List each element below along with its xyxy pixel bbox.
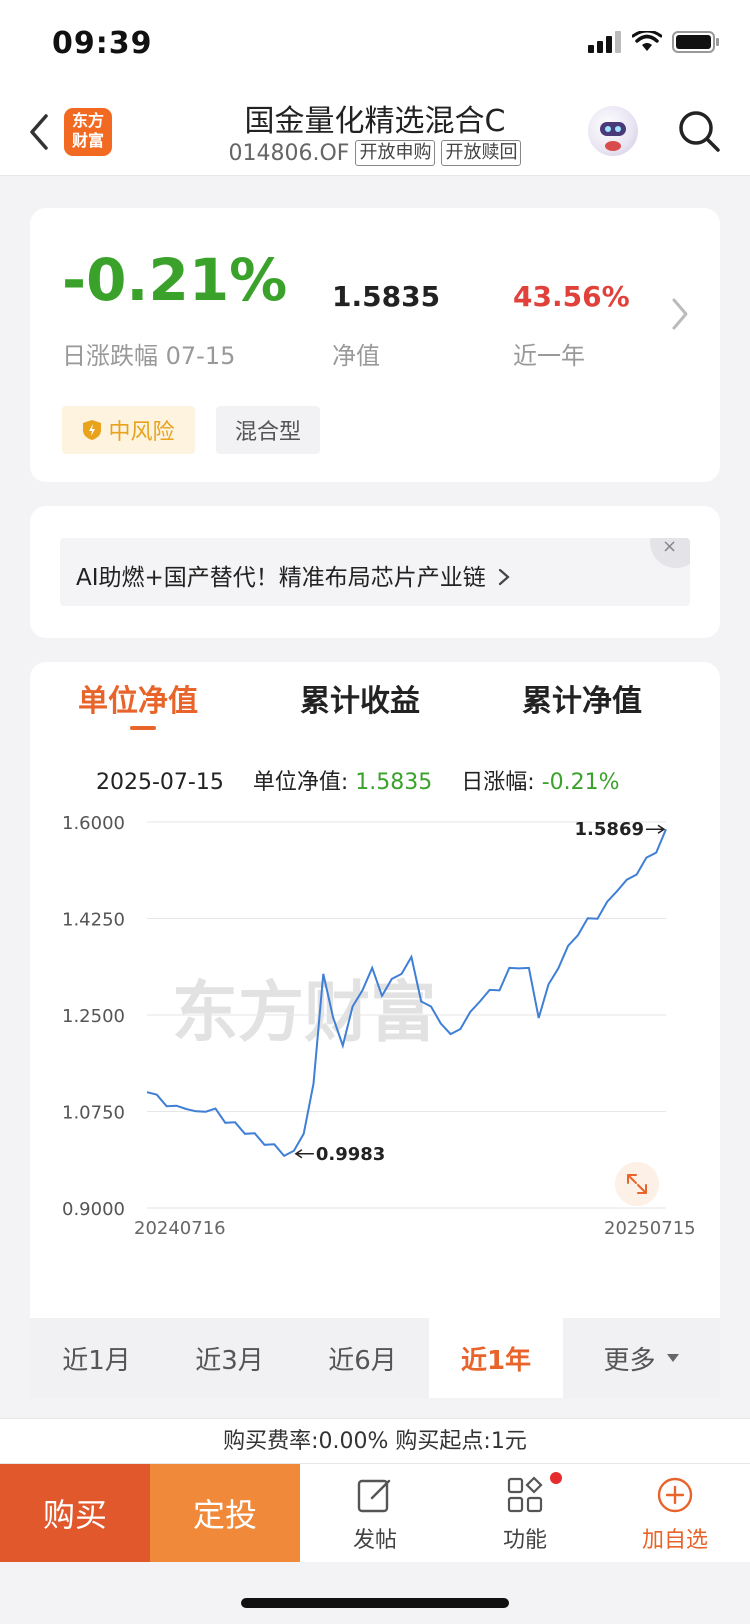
y-axis-ticks: 1.6000 1.4250 1.2500 1.0750 0.9000 (62, 813, 125, 1220)
tab-cumulative-return[interactable]: 累计收益 (300, 676, 420, 720)
expand-icon[interactable] (615, 1162, 659, 1206)
auto-invest-button[interactable]: 定投 (150, 1464, 300, 1562)
min-annotation: 0.9983 (294, 1144, 385, 1165)
fund-type-badge: 混合型 (216, 406, 320, 454)
logo-text-bottom: 财富 (71, 131, 104, 150)
grid-lines (147, 821, 666, 1209)
info-date: 2025-07-15 (96, 770, 224, 795)
battery-icon (672, 31, 719, 53)
max-value-label: 1.5869 (575, 819, 644, 840)
daily-change-value: -0.21% (62, 246, 288, 314)
close-icon[interactable]: × (650, 538, 690, 568)
active-tab-indicator (130, 726, 156, 730)
open-redeem-tag: 开放赎回 (441, 140, 522, 166)
post-label: 发帖 (352, 1528, 397, 1553)
info-nav-label: 单位净值: (252, 770, 349, 795)
status-bar: 09:39 (0, 0, 750, 88)
logo-text-top: 东方 (71, 111, 104, 130)
apps-grid-icon (507, 1476, 543, 1513)
y-tick-label: 1.6000 (62, 813, 125, 834)
daily-change-label: 日涨跌幅 07-15 (62, 342, 236, 370)
open-buy-tag: 开放申购 (355, 140, 436, 166)
range-more[interactable]: 更多 (563, 1318, 720, 1398)
chevron-right-icon (499, 568, 510, 586)
nav-value: 1.5835 (332, 280, 441, 313)
promo-card: AI助燃+国产替代！精准布局芯片产业链 × (30, 506, 720, 638)
nav-label: 净值 (332, 342, 380, 370)
range-1m[interactable]: 近1月 (30, 1318, 163, 1398)
y-tick-label: 1.0750 (62, 1103, 125, 1124)
y-tick-label: 1.2500 (62, 1006, 125, 1027)
shield-icon (83, 420, 102, 440)
signal-icon (588, 31, 621, 53)
fund-code: 014806.OF (228, 140, 350, 166)
plus-circle-icon (657, 1477, 693, 1513)
fund-title: 国金量化精选混合C (244, 104, 506, 139)
status-time: 09:39 (52, 26, 153, 61)
close-glyph: × (662, 538, 678, 557)
range-more-label: 更多 (603, 1345, 656, 1376)
nav-line-chart[interactable]: 东方财富 1.6000 1.4250 1.2500 1.0750 0.9000 2024… (30, 802, 720, 1272)
x-axis-end-label: 20250715 (604, 1218, 696, 1239)
bottom-action-bar: 购买 定投 发帖 功能 加自选 (0, 1464, 750, 1562)
fund-subtitle: 014806.OF 开放申购 开放赎回 (150, 140, 600, 166)
promo-banner[interactable]: AI助燃+国产替代！精准布局芯片产业链 × (60, 538, 690, 606)
range-6m[interactable]: 近6月 (296, 1318, 429, 1398)
search-icon[interactable] (676, 108, 722, 154)
min-arrow (294, 1149, 314, 1159)
risk-level-badge[interactable]: 中风险 (62, 406, 195, 454)
buy-button[interactable]: 购买 (0, 1464, 150, 1562)
post-button[interactable]: 发帖 (300, 1464, 450, 1562)
y-tick-label: 1.4250 (62, 910, 125, 931)
promo-banner-text: AI助燃+国产替代！精准布局芯片产业链 (76, 558, 511, 592)
risk-level-label: 中风险 (108, 420, 175, 445)
fund-summary-card[interactable]: -0.21% 日涨跌幅 07-15 1.5835 净值 43.56% 近一年 中… (30, 208, 720, 482)
assistant-avatar[interactable] (588, 106, 638, 156)
x-axis-start-label: 20240716 (134, 1218, 226, 1239)
function-button[interactable]: 功能 (450, 1464, 600, 1562)
tab-cumulative-nav[interactable]: 累计净值 (522, 676, 642, 720)
fee-info: 购买费率:0.00% 购买起点:1元 (0, 1418, 750, 1464)
chevron-right-icon[interactable] (670, 296, 690, 332)
one-year-return-label: 近一年 (513, 342, 585, 370)
info-change-label: 日涨幅: (461, 770, 535, 795)
chart-card: 单位净值 累计收益 累计净值 2025-07-15 单位净值: 1.5835 日… (30, 662, 720, 1382)
brand-logo[interactable]: 东方 财富 (64, 108, 112, 156)
chart-watermark: 东方财富 (172, 974, 436, 1051)
nav-bar: 东方 财富 国金量化精选混合C 014806.OF 开放申购 开放赎回 (0, 88, 750, 176)
chart-info-row: 2025-07-15 单位净值: 1.5835 日涨幅: -0.21% (96, 764, 620, 796)
tab-unit-nav[interactable]: 单位净值 (78, 676, 198, 720)
info-nav-value: 1.5835 (355, 770, 433, 795)
one-year-return-value: 43.56% (513, 280, 630, 313)
notification-dot (550, 1472, 562, 1484)
status-icons (588, 30, 720, 54)
promo-banner-label: AI助燃+国产替代！精准布局芯片产业链 (76, 565, 486, 591)
function-label: 功能 (502, 1528, 547, 1553)
back-arrow-icon[interactable] (24, 110, 54, 154)
wifi-icon (632, 31, 662, 51)
add-watchlist-label: 加自选 (641, 1528, 708, 1553)
min-value-label: 0.9983 (316, 1144, 385, 1165)
info-change-value: -0.21% (541, 770, 620, 795)
max-arrow (646, 824, 666, 834)
add-watchlist-button[interactable]: 加自选 (600, 1464, 750, 1562)
range-1y[interactable]: 近1年 (429, 1318, 563, 1398)
range-selector: 近1月 近3月 近6月 近1年 更多 (30, 1318, 720, 1398)
robot-icon (600, 122, 626, 151)
edit-icon (357, 1479, 391, 1513)
y-tick-label: 0.9000 (62, 1199, 125, 1220)
range-3m[interactable]: 近3月 (163, 1318, 296, 1398)
caret-down-icon (666, 1354, 679, 1362)
home-indicator (241, 1598, 509, 1608)
